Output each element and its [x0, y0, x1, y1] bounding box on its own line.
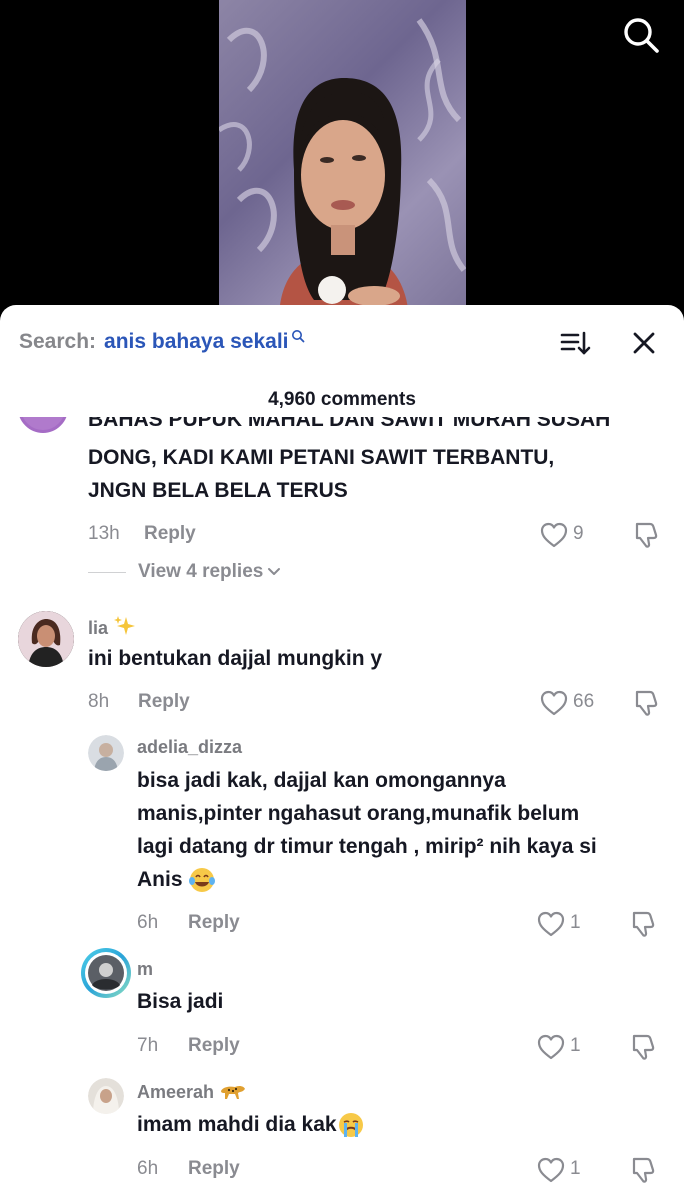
- reply-username[interactable]: Ameerah: [137, 1081, 247, 1103]
- reply-time: 7h: [137, 1035, 159, 1056]
- view-replies-label: View 4 replies: [138, 561, 264, 582]
- reply-button[interactable]: Reply: [138, 691, 190, 713]
- avatar[interactable]: [18, 417, 68, 435]
- leopard-emoji-icon: [221, 1085, 246, 1099]
- reply-text-line: Anis: [137, 863, 216, 896]
- video-frame: [219, 0, 466, 320]
- reply-button[interactable]: Reply: [188, 912, 240, 934]
- joy-emoji-icon: [189, 868, 216, 893]
- dislike-icon[interactable]: [632, 688, 662, 718]
- heart-icon[interactable]: [536, 1033, 566, 1061]
- sob-emoji-icon: [338, 1113, 363, 1138]
- avatar[interactable]: [81, 948, 131, 998]
- search-term-link[interactable]: anis bahaya sekali: [104, 330, 288, 354]
- comment-time: 8h: [88, 691, 110, 712]
- chevron-down-icon: [268, 568, 281, 575]
- video-player[interactable]: [0, 0, 684, 320]
- comment-text: ini bentukan dajjal mungkin y: [88, 647, 383, 670]
- sort-icon[interactable]: [556, 327, 592, 359]
- like-count: 66: [573, 691, 595, 712]
- reply-button[interactable]: Reply: [144, 523, 196, 545]
- comment-username[interactable]: lia: [88, 615, 137, 639]
- reply-text-line: lagi datang dr timur tengah , mirip² nih…: [137, 835, 597, 858]
- reply-text-line: manis,pinter ngahasut orang,munafik belu…: [137, 802, 580, 825]
- heart-icon[interactable]: [539, 521, 569, 549]
- view-replies-button[interactable]: View 4 replies: [88, 561, 282, 583]
- reply-username[interactable]: adelia_dizza: [137, 737, 242, 758]
- comments-sheet: Search: anis bahaya sekali 4,960 comment…: [0, 305, 684, 1199]
- comments-count: 4,960 comments: [268, 389, 416, 410]
- reply-text-line: bisa jadi kak, dajjal kan omongannya: [137, 769, 506, 792]
- like-count: 1: [570, 912, 581, 933]
- comment-text-line: JNGN BELA BELA TERUS: [88, 479, 348, 502]
- reply-text: imam mahdi dia kak: [137, 1108, 365, 1141]
- comment-time: 13h: [88, 523, 120, 544]
- divider-line: [88, 571, 126, 573]
- search-small-icon: [291, 330, 304, 343]
- video-thumbnail: [219, 18, 466, 320]
- like-count: 1: [570, 1035, 581, 1056]
- reply-time: 6h: [137, 912, 159, 933]
- reply-time: 6h: [137, 1158, 159, 1179]
- reply-text: Bisa jadi: [137, 990, 224, 1013]
- like-count: 1: [570, 1158, 581, 1179]
- search-label: Search:: [19, 330, 97, 353]
- sparkles-emoji-icon: [114, 616, 136, 635]
- comment-search[interactable]: Search: anis bahaya sekali: [19, 327, 305, 357]
- like-count: 9: [573, 523, 584, 544]
- comment-text-line: DONG, KADI KAMI PETANI SAWIT TERBANTU,: [88, 446, 555, 469]
- dislike-icon[interactable]: [629, 1155, 659, 1185]
- dislike-icon[interactable]: [632, 520, 662, 550]
- reply-button[interactable]: Reply: [188, 1158, 240, 1180]
- dislike-icon[interactable]: [629, 909, 659, 939]
- close-icon[interactable]: [628, 327, 660, 359]
- avatar[interactable]: [88, 735, 124, 771]
- reply-username[interactable]: m: [137, 959, 153, 980]
- heart-icon[interactable]: [536, 1156, 566, 1184]
- avatar[interactable]: [88, 1078, 124, 1114]
- avatar[interactable]: [18, 611, 74, 667]
- search-icon[interactable]: [620, 14, 662, 56]
- reply-button[interactable]: Reply: [188, 1035, 240, 1057]
- heart-icon[interactable]: [539, 689, 569, 717]
- heart-icon[interactable]: [536, 910, 566, 938]
- comment-text-cut: BAHAS PUPUK MAHAL DAN SAWIT MURAH SUSAH: [88, 417, 611, 431]
- dislike-icon[interactable]: [629, 1032, 659, 1062]
